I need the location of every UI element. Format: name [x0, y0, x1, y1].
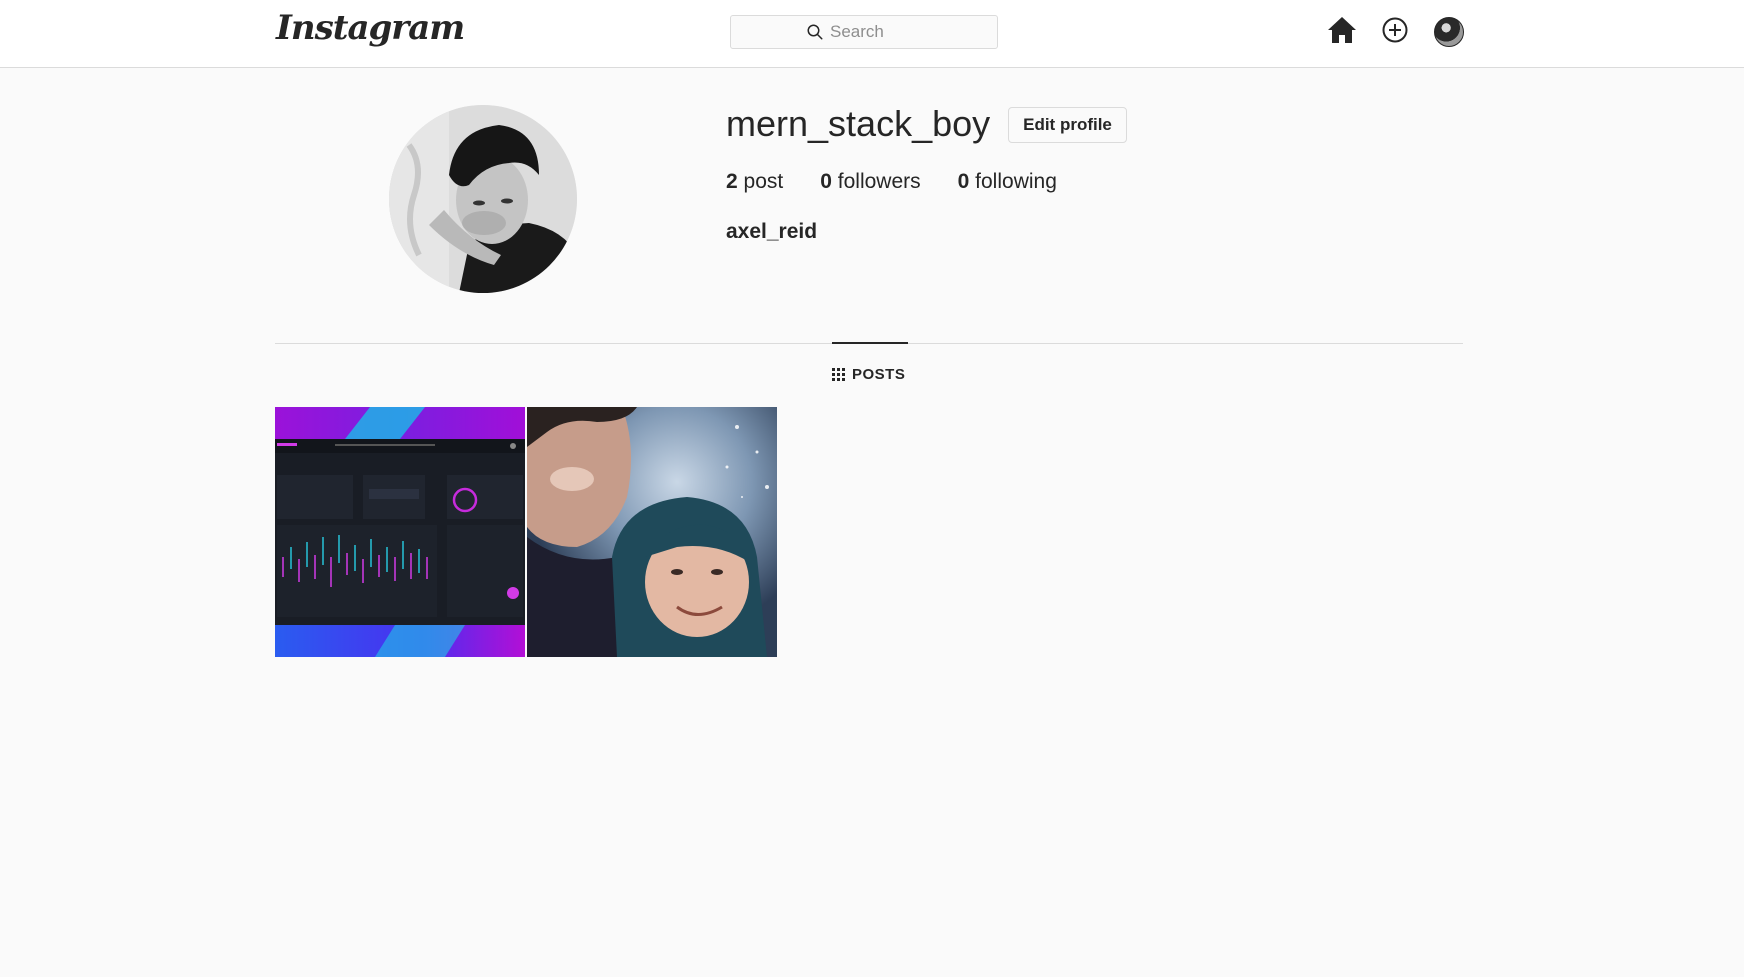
posts-count: 2: [726, 170, 738, 193]
selfie-photo-image: [527, 407, 777, 657]
edit-profile-button[interactable]: Edit profile: [1008, 107, 1127, 143]
search-icon: [807, 24, 823, 40]
home-icon[interactable]: [1327, 16, 1357, 44]
active-tab-indicator: [832, 342, 908, 344]
profile-full-name: axel_reid: [726, 220, 818, 243]
grid-icon: [832, 368, 845, 381]
profile-photo: [389, 105, 577, 293]
following-count: 0: [957, 170, 970, 193]
profile-picture[interactable]: [389, 105, 577, 293]
posts-label: post: [743, 170, 784, 193]
profile-username: mern_stack_boy: [726, 103, 991, 144]
search-input[interactable]: [830, 22, 922, 42]
add-post-icon[interactable]: [1382, 17, 1408, 43]
profile-stats: 2 post 0 followers 0 following: [726, 169, 1057, 195]
top-navbar: Instagram: [0, 0, 1744, 68]
tab-posts[interactable]: POSTS: [832, 366, 905, 383]
stat-following[interactable]: 0 following: [958, 169, 1057, 195]
post-thumbnail[interactable]: [275, 407, 525, 657]
post-thumbnail[interactable]: [527, 407, 777, 657]
dashboard-screenshot-image: [275, 407, 525, 657]
tab-posts-label: POSTS: [852, 366, 906, 383]
stat-followers[interactable]: 0 followers: [820, 169, 920, 195]
following-label: following: [975, 170, 1057, 193]
profile-avatar[interactable]: [1434, 17, 1464, 47]
instagram-logo[interactable]: Instagram: [276, 6, 465, 50]
followers-count: 0: [820, 170, 832, 193]
followers-label: followers: [837, 170, 921, 193]
stat-posts: 2 post: [726, 169, 783, 195]
search-box[interactable]: [730, 15, 998, 49]
